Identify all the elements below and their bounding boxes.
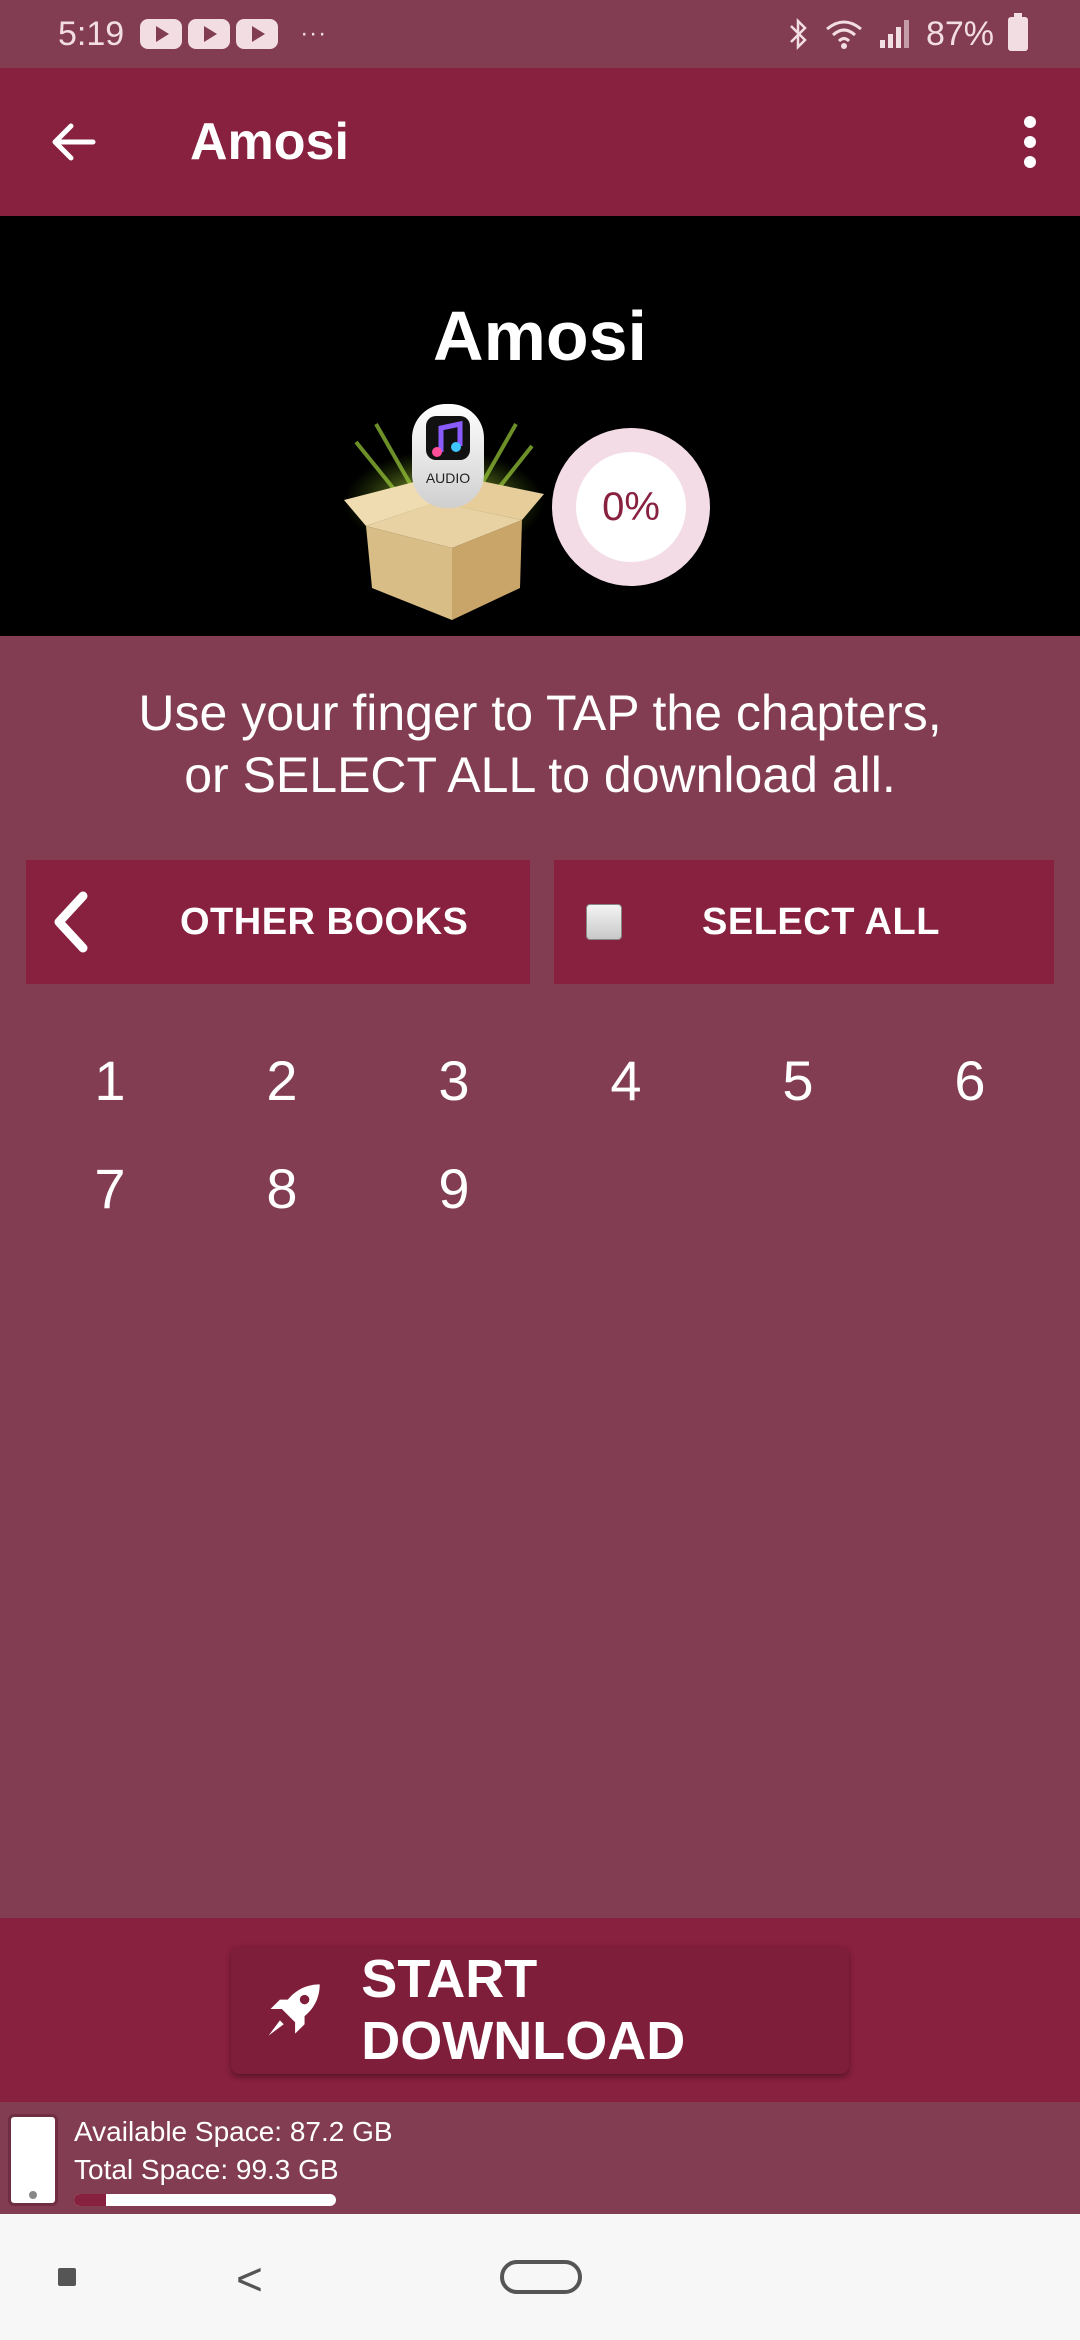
app-bar: Amosi [0,68,1080,216]
chapter-item[interactable]: 9 [368,1148,540,1228]
start-download-label: START DOWNLOAD [361,1949,686,2071]
action-buttons: OTHER BOOKS SELECT ALL [26,860,1054,984]
select-all-checkbox[interactable] [586,904,622,940]
status-time: 5:19 [58,14,125,53]
battery-percent: 87% [925,14,994,53]
other-books-label: OTHER BOOKS [180,900,469,943]
overflow-menu-button[interactable] [980,68,1080,216]
chapter-item[interactable]: 6 [884,1040,1056,1120]
chapter-item[interactable]: 1 [24,1040,196,1120]
signal-icon [879,20,909,48]
home-button[interactable] [500,2260,582,2294]
audio-box-icon: AUDIO [344,404,544,620]
nav-back-icon[interactable]: < [236,2252,263,2306]
chapter-item[interactable]: 4 [540,1040,712,1120]
other-books-button[interactable]: OTHER BOOKS [26,860,530,984]
more-vert-icon [1024,116,1036,168]
recent-apps-icon[interactable] [58,2268,76,2286]
instructions-line-2: or SELECT ALL to download all. [184,747,896,803]
status-bar: 5:19 ··· 87% [0,0,1080,68]
banner-title: Amosi [433,297,647,375]
chapter-item[interactable]: 5 [712,1040,884,1120]
wifi-icon [825,20,862,49]
chapter-item[interactable]: 8 [196,1148,368,1228]
back-button[interactable] [0,68,146,216]
bluetooth-icon [790,17,807,51]
select-all-label: SELECT ALL [702,900,940,943]
storage-info: Available Space: 87.2 GB Total Space: 99… [0,2102,1080,2214]
rocket-icon [268,1984,320,2036]
chapter-grid: 1 2 3 4 5 6 7 8 9 [24,1040,1056,1228]
progress-value: 0% [576,452,686,562]
arrow-left-icon [52,123,96,161]
page-title: Amosi [190,113,349,171]
chapter-item[interactable]: 7 [24,1148,196,1228]
select-all-button[interactable]: SELECT ALL [554,860,1054,984]
youtube-icon [236,19,279,49]
instructions-text: Use your finger to TAP the chapters, or … [0,682,1080,806]
storage-usage-fill [74,2194,106,2206]
phone-storage-icon [8,2114,58,2206]
battery-icon [1008,13,1028,51]
download-bar: START DOWNLOAD [0,1918,1080,2102]
more-notifications-icon: ··· [300,20,328,47]
audio-badge-label: AUDIO [426,470,470,486]
available-space: Available Space: 87.2 GB [74,2116,393,2147]
status-right: 87% [788,13,1028,54]
instructions-line-1: Use your finger to TAP the chapters, [138,685,942,741]
download-progress: 0% [552,428,710,586]
total-space: Total Space: 99.3 GB [74,2154,339,2185]
youtube-icon [188,19,231,49]
youtube-icon [140,19,183,49]
chapter-item[interactable]: 3 [368,1040,540,1120]
chevron-left-icon [26,890,116,954]
chapter-item[interactable]: 2 [196,1040,368,1120]
book-banner: Amosi AUDIO 0% [0,216,1080,636]
start-download-button[interactable]: START DOWNLOAD [231,1946,849,2074]
storage-usage-bar [74,2194,336,2206]
system-nav-bar: < [0,2214,1080,2340]
